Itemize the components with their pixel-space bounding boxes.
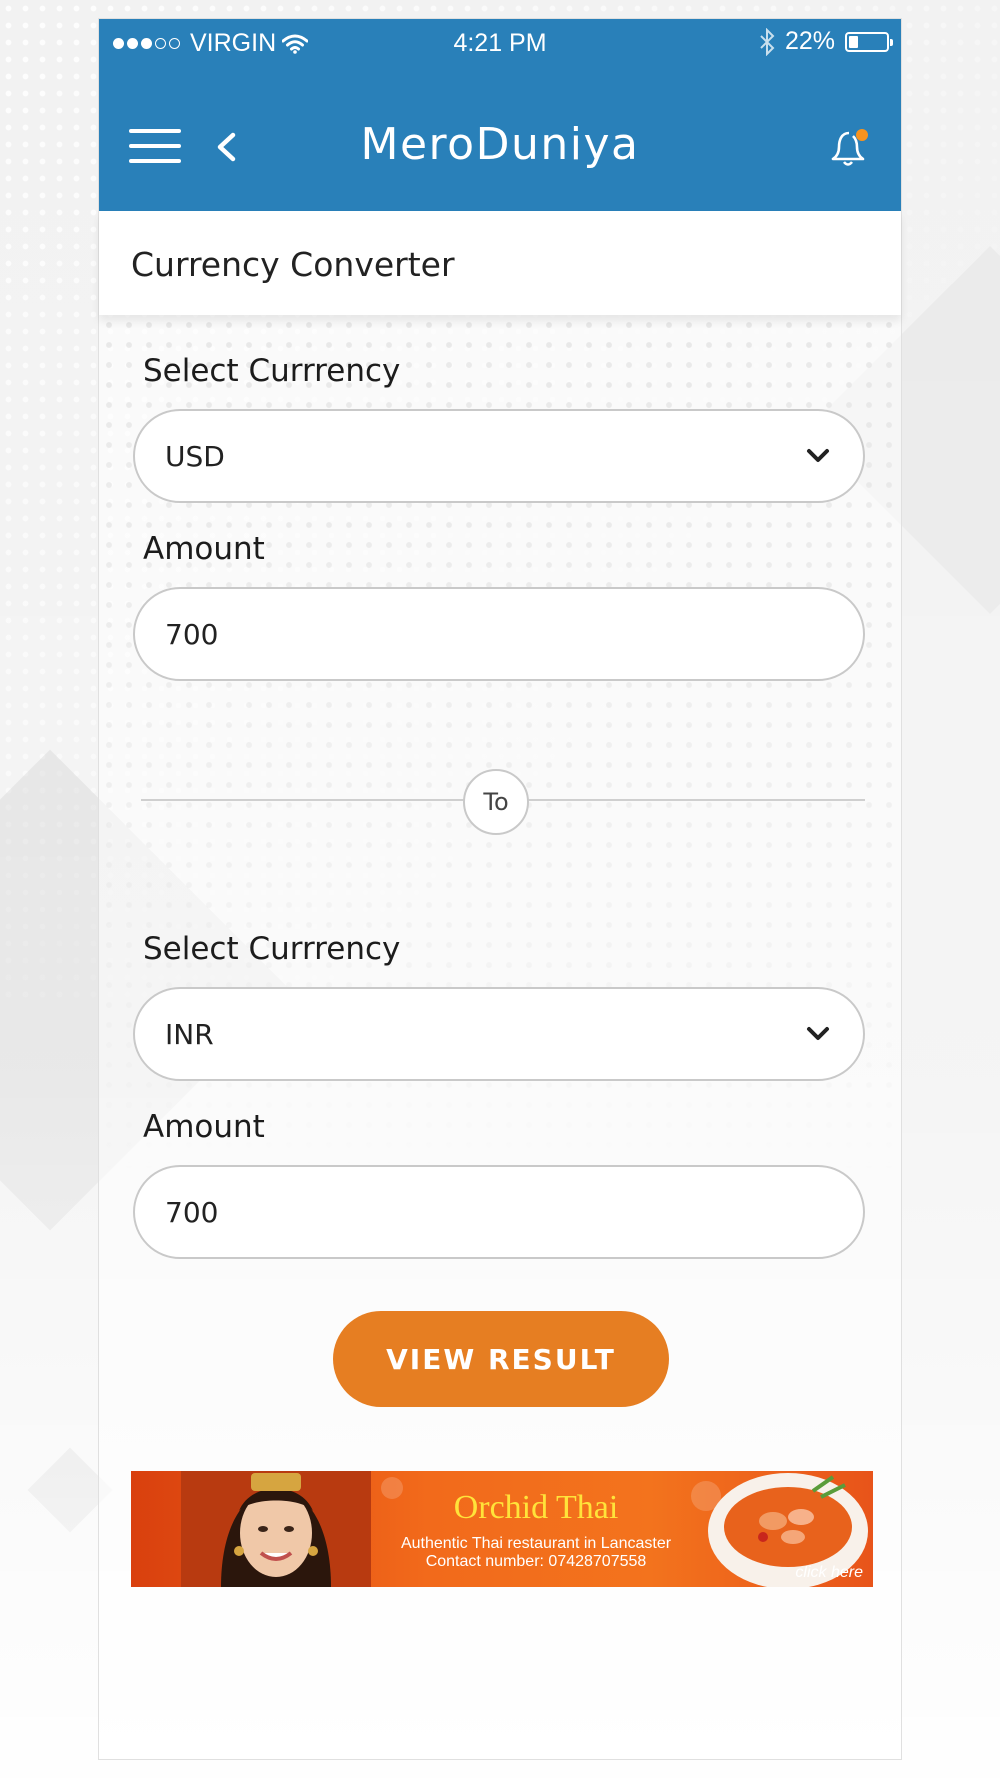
status-bar: VIRGIN 4:21 PM 22%: [99, 19, 901, 69]
from-amount-input[interactable]: 700: [133, 587, 865, 681]
battery-percent: 22%: [784, 27, 835, 55]
chevron-down-icon: [807, 449, 829, 462]
phone-screen: VIRGIN 4:21 PM 22% MeroDuniya Currency C…: [98, 18, 902, 1760]
battery-icon: [845, 31, 893, 52]
page-header: Currency Converter: [99, 211, 901, 315]
to-label: To: [483, 788, 509, 816]
to-amount-input[interactable]: 700: [133, 1165, 865, 1259]
to-amount-label: Amount: [143, 1109, 265, 1145]
ad-tagline: Authentic Thai restaurant in Lancaster: [400, 1535, 672, 1552]
from-currency-value: USD: [165, 439, 225, 473]
from-currency-label: Select Currrency: [143, 353, 401, 389]
from-amount-value: 700: [165, 617, 219, 651]
ad-banner[interactable]: Orchid Thai Authentic Thai restaurant in…: [131, 1471, 873, 1587]
ad-brand: Orchid Thai: [453, 1489, 619, 1526]
chevron-down-icon: [807, 1027, 829, 1040]
app-bar: VIRGIN 4:21 PM 22% MeroDuniya: [99, 19, 901, 211]
bluetooth-icon: [760, 27, 775, 56]
view-result-button[interactable]: VIEW RESULT: [333, 1311, 669, 1407]
to-amount-value: 700: [165, 1195, 219, 1229]
to-currency-label: Select Currrency: [143, 931, 401, 967]
from-amount-label: Amount: [143, 531, 265, 567]
from-currency-select[interactable]: USD: [133, 409, 865, 503]
notification-dot: [856, 129, 868, 141]
ad-cta[interactable]: click here: [795, 1564, 863, 1582]
bell-icon[interactable]: [829, 123, 873, 171]
to-currency-select[interactable]: INR: [133, 987, 865, 1081]
ad-contact: Contact number: 07428707558: [425, 1553, 647, 1570]
page-title: Currency Converter: [131, 245, 455, 284]
to-badge: To: [463, 769, 529, 835]
to-currency-value: INR: [165, 1017, 214, 1051]
app-title: MeroDuniya: [360, 119, 640, 170]
